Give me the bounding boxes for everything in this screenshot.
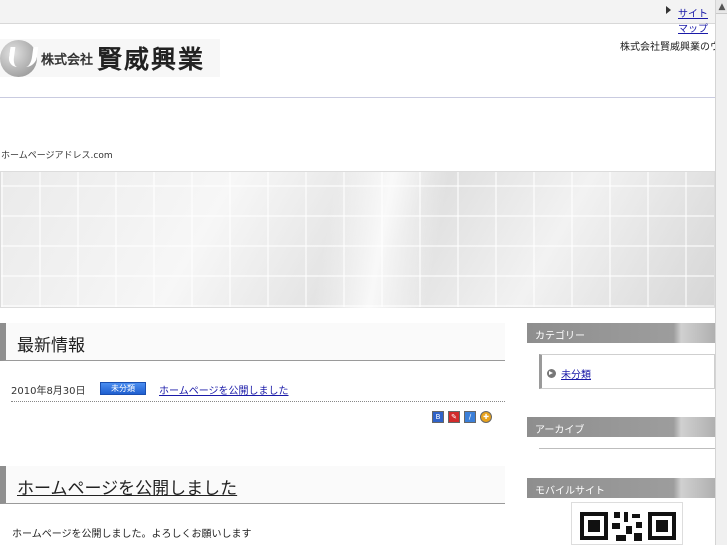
arrow-right-icon — [666, 6, 671, 14]
sidebar-item-uncategorized[interactable]: 未分類 — [561, 366, 591, 381]
post-meta: 2010年8月30日 未分類 ホームページを公開しました — [11, 382, 505, 402]
post-date: 2010年8月30日 — [11, 386, 86, 397]
bullet-arrow-icon — [547, 369, 556, 378]
sidebar-heading-archive: アーカイブ — [527, 417, 715, 437]
sidebar-heading-mobile: モバイルサイト — [527, 478, 715, 498]
scroll-up-icon[interactable]: ▲ — [716, 0, 727, 14]
post-link[interactable]: ホームページを公開しました — [159, 382, 289, 397]
site-header: 株式会社 賢威興業 株式会社賢威興業のウェブサイトへようこそ — [0, 25, 715, 98]
hero-light-streak — [251, 172, 511, 309]
company-logo[interactable]: 株式会社 賢威興業 — [0, 39, 220, 77]
clip-icon[interactable]: ✎ — [448, 411, 460, 423]
top-bar: サイトマップ — [0, 0, 715, 35]
logo-mark-icon — [0, 39, 37, 77]
divider — [539, 448, 715, 449]
qr-code-icon — [580, 512, 676, 541]
hero-banner-image — [0, 171, 715, 309]
logo-company-name: 賢威興業 — [97, 45, 206, 74]
share-icon[interactable]: ✚ — [480, 411, 492, 423]
sidebar-heading-label: カテゴリー — [535, 331, 585, 342]
logo-company-type: 株式会社 — [41, 52, 94, 68]
qr-code-image — [571, 502, 683, 545]
sidebar-heading-categories: カテゴリー — [527, 323, 715, 343]
post-body: ホームページを公開しました。よろしくお願いします — [12, 529, 252, 540]
sidebar-heading-label: アーカイブ — [535, 425, 585, 436]
category-list: 未分類 — [539, 354, 715, 389]
sidebar-heading-label: モバイルサイト — [535, 486, 605, 497]
link-icon[interactable]: ∕ — [464, 411, 476, 423]
post-title: 最新情報 — [17, 336, 85, 356]
bookmark-icon[interactable]: B — [432, 411, 444, 423]
header-tagline: 株式会社賢威興業のウェブサイトへようこそ — [620, 42, 715, 53]
post-title: ホームページを公開しました — [17, 479, 238, 499]
vertical-scrollbar[interactable]: ▲ — [715, 0, 727, 545]
post-title-bar: ホームページを公開しました — [0, 466, 505, 504]
site-url: ホームページアドレス.com — [1, 151, 113, 161]
category-badge[interactable]: 未分類 — [100, 382, 146, 395]
post-title-bar: 最新情報 — [0, 323, 505, 361]
